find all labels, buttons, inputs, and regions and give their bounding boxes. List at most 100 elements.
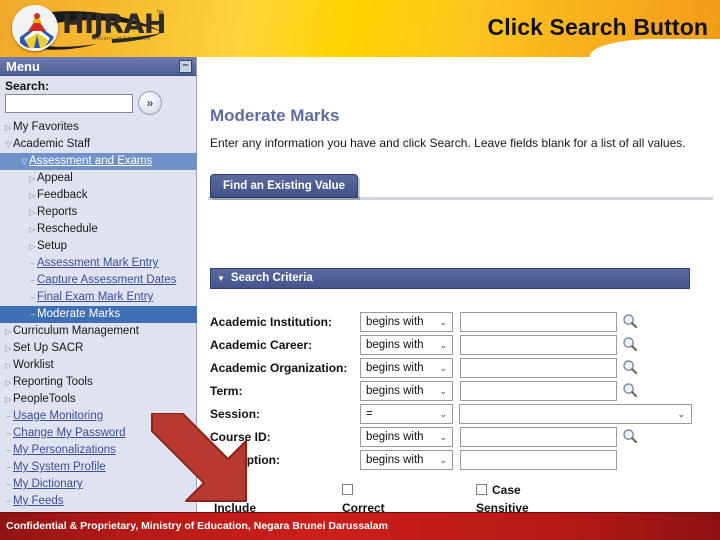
operator-select[interactable]: begins with ⌄ xyxy=(360,312,453,332)
sidebar-item-assessment-and-exams[interactable]: ▽Assessment and Exams xyxy=(0,153,197,170)
sidebar-item-set-up-sacr[interactable]: ▷Set Up SACR xyxy=(0,340,197,357)
sidebar-item-label: Moderate Marks xyxy=(37,308,121,320)
sidebar-item-assessment-mark-entry[interactable]: – Assessment Mark Entry xyxy=(0,255,197,272)
operator-select[interactable]: begins with ⌄ xyxy=(360,381,453,401)
sidebar-item-worklist[interactable]: ▷Worklist xyxy=(0,357,197,374)
value-input[interactable] xyxy=(460,450,617,470)
sidebar-item-reporting-tools[interactable]: ▷Reporting Tools xyxy=(0,374,197,391)
sidebar-item-label: Curriculum Management xyxy=(13,325,139,337)
sidebar-search-go-icon[interactable]: » xyxy=(138,91,162,115)
sidebar-item-moderate-marks[interactable]: – Moderate Marks xyxy=(0,306,197,323)
sidebar-item-label: Final Exam Mark Entry xyxy=(37,291,154,303)
value-input[interactable] xyxy=(460,335,617,355)
operator-select[interactable]: begins with ⌄ xyxy=(360,450,453,470)
chevron-down-icon: ⌄ xyxy=(439,363,447,373)
search-field-row: Session: = ⌄ ⌄ xyxy=(210,404,692,426)
sidebar-item-final-exam-mark-entry[interactable]: – Final Exam Mark Entry xyxy=(0,289,197,306)
lookup-search-icon[interactable] xyxy=(622,428,638,444)
search-field-row: Term: begins with ⌄ xyxy=(210,381,690,403)
field-label: Term: xyxy=(210,384,243,398)
sidebar-item-curriculum-management[interactable]: ▷Curriculum Management xyxy=(0,323,197,340)
chevron-right-icon: ▷ xyxy=(5,123,12,132)
hijrah-logo: HIJRAH ™ Ministry of Education xyxy=(4,0,179,57)
sidebar-item-label: Reschedule xyxy=(37,223,98,235)
search-field-row: Academic Institution: begins with ⌄ xyxy=(210,312,690,334)
sidebar-item-reschedule[interactable]: ▷Reschedule xyxy=(0,221,197,238)
sidebar-item-reports[interactable]: ▷Reports xyxy=(0,204,197,221)
operator-value: begins with xyxy=(366,385,424,397)
chevron-down-icon: ⌄ xyxy=(439,340,447,350)
leaf-dash-icon: – xyxy=(30,310,35,319)
operator-select[interactable]: = ⌄ xyxy=(360,404,453,424)
instruction-title: Click Search Button xyxy=(487,14,708,40)
logo-trademark: ™ xyxy=(156,10,163,17)
sidebar-item-feedback[interactable]: ▷Feedback xyxy=(0,187,197,204)
operator-value: begins with xyxy=(366,339,424,351)
search-criteria-header[interactable]: ▼ Search Criteria xyxy=(210,268,690,289)
operator-select[interactable]: begins with ⌄ xyxy=(360,335,453,355)
sidebar-item-label: Academic Staff xyxy=(13,138,91,150)
sidebar-item-label: My Dictionary xyxy=(13,478,83,490)
operator-select[interactable]: begins with ⌄ xyxy=(360,358,453,378)
sidebar-item-my-favorites[interactable]: ▷My Favorites xyxy=(0,119,197,136)
value-input[interactable] xyxy=(460,358,617,378)
chevron-down-icon: ⌄ xyxy=(439,432,447,442)
page-title: Moderate Marks xyxy=(210,106,340,125)
value-input[interactable] xyxy=(460,312,617,332)
chevron-right-icon: ▷ xyxy=(5,344,12,353)
footer-bar: Confidential & Proprietary, Ministry of … xyxy=(0,512,720,540)
sidebar-item-label: Reporting Tools xyxy=(13,376,93,388)
leaf-dash-icon: – xyxy=(30,259,35,268)
app-window: HIJRAH ™ Ministry of Education Click Sea… xyxy=(0,0,720,540)
menu-header: Menu – xyxy=(0,57,196,76)
tab-strip: Find an Existing Value xyxy=(208,174,713,200)
lookup-search-icon[interactable] xyxy=(622,382,638,398)
value-select[interactable]: ⌄ xyxy=(459,404,692,424)
sidebar-item-label: Assessment Mark Entry xyxy=(37,257,159,269)
sidebar-item-capture-assessment-dates[interactable]: – Capture Assessment Dates xyxy=(0,272,197,289)
sidebar-item-label: Appeal xyxy=(37,172,73,184)
sidebar-item-label: Reports xyxy=(37,206,78,218)
sidebar-search-label: Search: xyxy=(5,79,50,93)
sidebar-item-label: Usage Monitoring xyxy=(13,410,104,422)
sidebar-item-academic-staff[interactable]: ▽Academic Staff xyxy=(0,136,197,153)
page-description: Enter any information you have and click… xyxy=(210,136,686,150)
search-field-row: Academic Organization: begins with ⌄ xyxy=(210,358,690,380)
sidebar-item-label: Worklist xyxy=(13,359,54,371)
footer-text: Confidential & Proprietary, Ministry of … xyxy=(6,520,388,532)
sidebar-item-label: PeopleTools xyxy=(13,393,76,405)
checkbox-box-icon xyxy=(342,484,353,495)
sidebar-item-appeal[interactable]: ▷Appeal xyxy=(0,170,197,187)
menu-collapse-button[interactable]: – xyxy=(179,60,192,73)
logo-tagline: Ministry of Education xyxy=(92,36,152,42)
value-input[interactable] xyxy=(460,427,617,447)
chevron-right-icon: ▷ xyxy=(5,361,12,370)
chevron-right-icon: ▷ xyxy=(29,225,36,234)
operator-value: begins with xyxy=(366,316,424,328)
operator-value: begins with xyxy=(366,362,424,374)
operator-select[interactable]: begins with ⌄ xyxy=(360,427,453,447)
sidebar-item-label: Setup xyxy=(37,240,68,252)
annotation-arrow-icon xyxy=(151,413,247,502)
chevron-right-icon: ▷ xyxy=(5,327,12,336)
lookup-search-icon[interactable] xyxy=(622,336,638,352)
chevron-down-icon: ⌄ xyxy=(439,455,447,465)
sidebar-item-setup[interactable]: ▷Setup xyxy=(0,238,197,255)
sidebar-item-label: My Feeds xyxy=(13,495,64,507)
lookup-search-icon[interactable] xyxy=(622,359,638,375)
sidebar-item-peopletools[interactable]: ▷PeopleTools xyxy=(0,391,197,408)
search-field-row: Description:begins with⌄ xyxy=(210,450,690,472)
chevron-right-icon: ▷ xyxy=(29,208,36,217)
lookup-search-icon[interactable] xyxy=(622,313,638,329)
tab-find-an-existing-value[interactable]: Find an Existing Value xyxy=(210,174,359,198)
chevron-down-icon: ⌄ xyxy=(677,409,685,419)
sidebar-item-label: Change My Password xyxy=(13,427,126,439)
chevron-right-icon: ▷ xyxy=(29,242,36,251)
value-input[interactable] xyxy=(460,381,617,401)
sidebar-item-label: My Favorites xyxy=(13,121,79,133)
chevron-down-icon: ▼ xyxy=(217,274,225,283)
sidebar-item-label: My System Profile xyxy=(13,461,106,473)
sidebar-item-label: Capture Assessment Dates xyxy=(37,274,177,286)
chevron-right-icon: ▷ xyxy=(5,378,12,387)
sidebar-search-input[interactable] xyxy=(5,94,133,113)
